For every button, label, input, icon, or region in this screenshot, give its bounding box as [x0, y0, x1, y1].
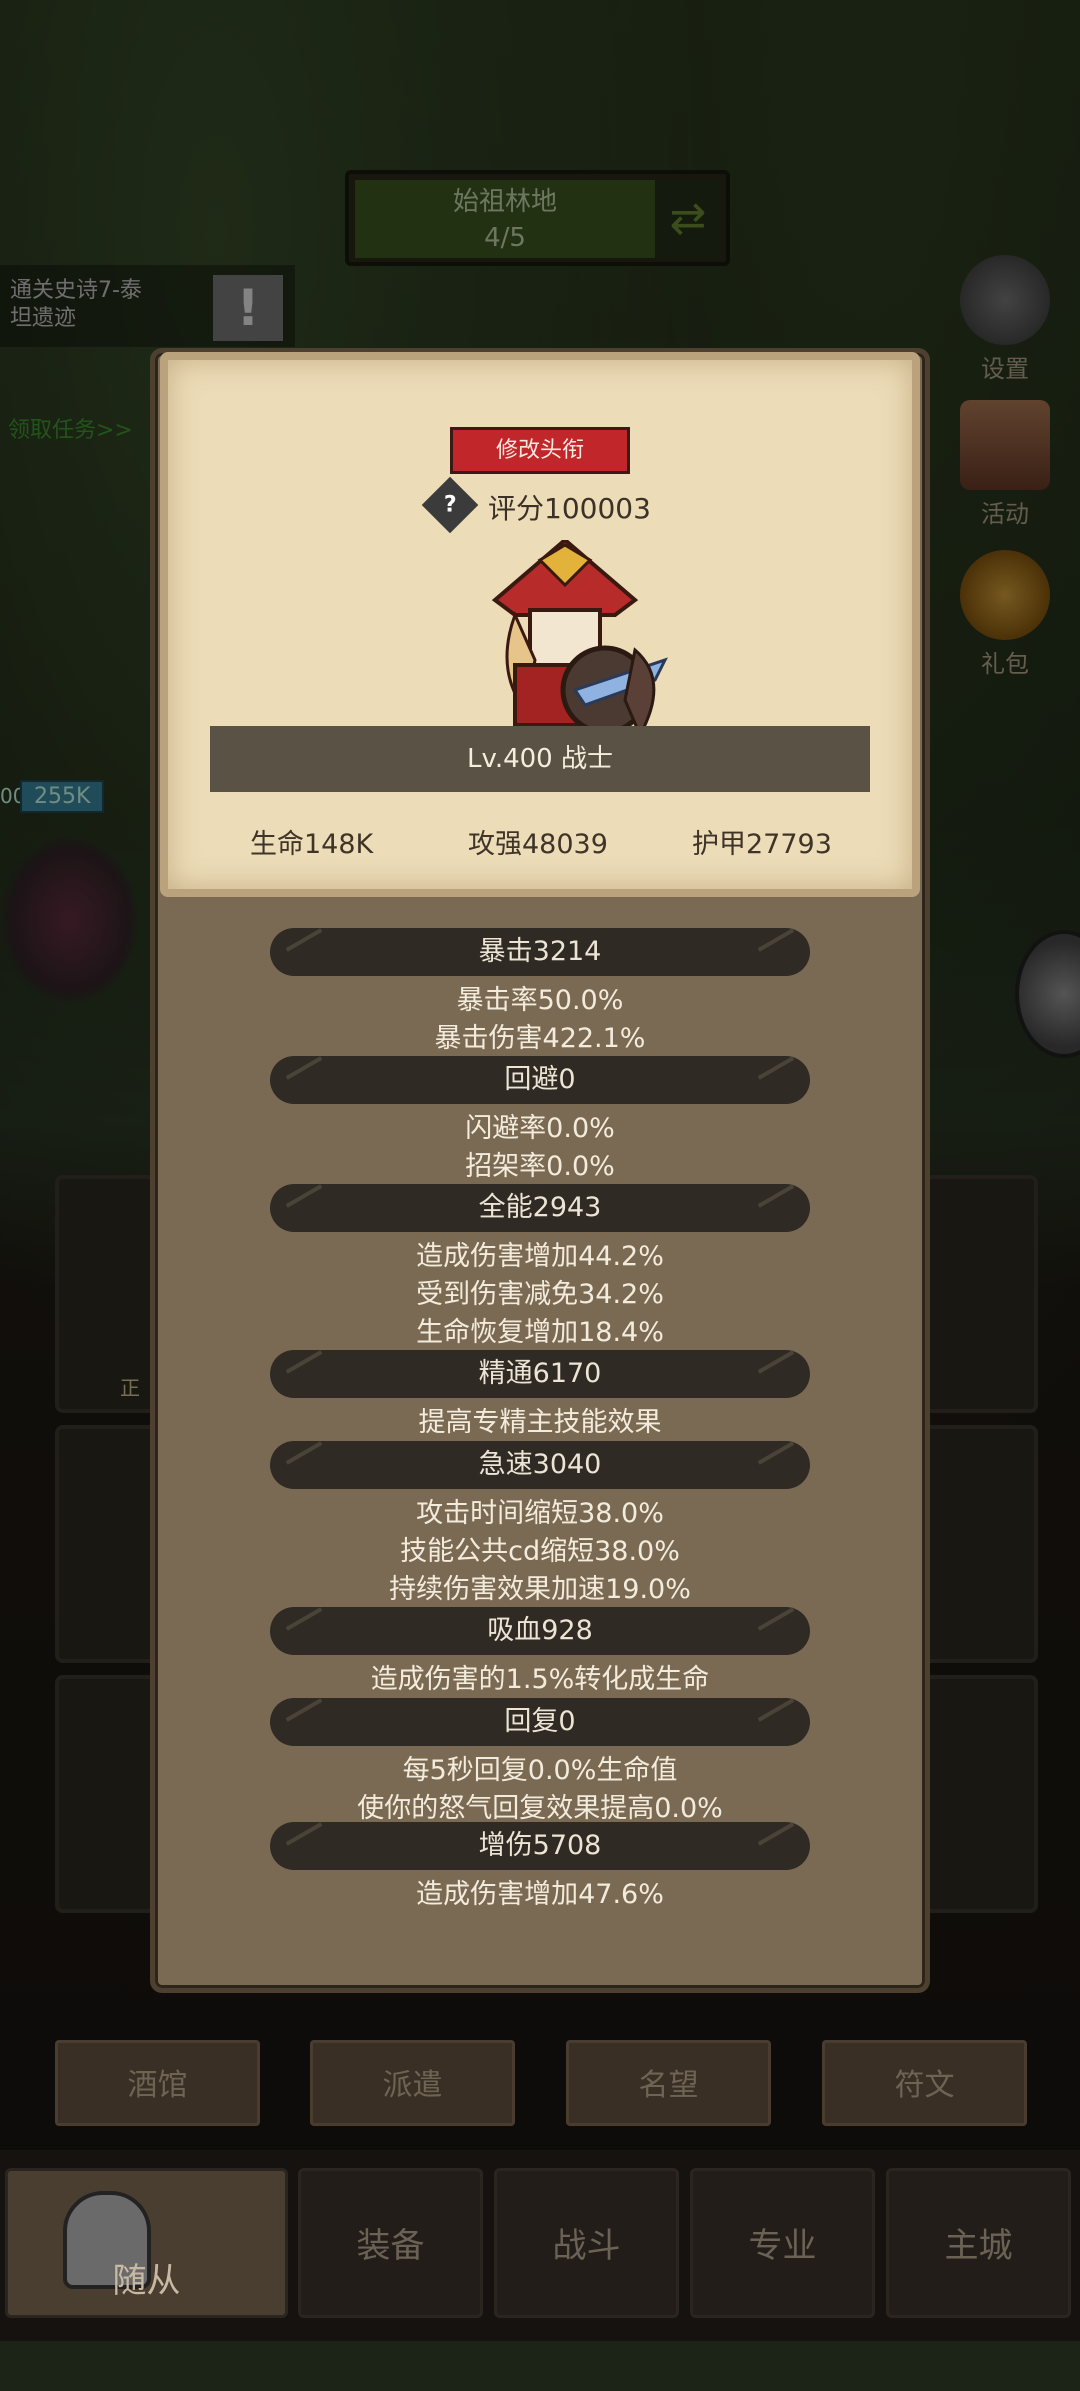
- stat-header-leech: 吸血928: [270, 1607, 810, 1655]
- stat-header-mastery: 精通6170: [270, 1350, 810, 1398]
- help-symbol: ?: [443, 491, 457, 517]
- hp-stat: 生命148K: [250, 829, 374, 860]
- stat-header-damage-bonus: 增伤5708: [270, 1822, 810, 1870]
- stat-line: 受到伤害减免34.2%: [416, 1279, 664, 1310]
- nav-main-city[interactable]: 主城: [886, 2168, 1071, 2318]
- stat-line: 造成伤害增加44.2%: [416, 1241, 664, 1272]
- stat-line: 造成伤害的1.5%转化成生命: [370, 1664, 710, 1695]
- nav-followers[interactable]: 随从: [5, 2168, 288, 2318]
- stat-line: 招架率0.0%: [465, 1151, 615, 1182]
- tab-runes[interactable]: 符文: [822, 2040, 1027, 2126]
- edit-title-button[interactable]: 修改头衔: [450, 427, 630, 474]
- nav-battle[interactable]: 战斗: [494, 2168, 679, 2318]
- hero-score: 评分100003: [488, 492, 651, 525]
- stat-header-haste: 急速3040: [270, 1441, 810, 1489]
- tab-tavern[interactable]: 酒馆: [55, 2040, 260, 2126]
- nav-profession[interactable]: 专业: [690, 2168, 875, 2318]
- level-class-bar: Lv.400 战士: [210, 726, 870, 792]
- stat-header-versatility: 全能2943: [270, 1184, 810, 1232]
- nav-equipment[interactable]: 装备: [298, 2168, 483, 2318]
- stat-line: 暴击率50.0%: [456, 985, 624, 1016]
- armor-stat: 护甲27793: [692, 829, 832, 860]
- stat-line: 闪避率0.0%: [465, 1113, 615, 1144]
- stat-header-crit: 暴击3214: [270, 928, 810, 976]
- nav-followers-label: 随从: [112, 2261, 181, 2301]
- stat-line: 持续伤害效果加速19.0%: [389, 1574, 691, 1605]
- stat-line: 使你的怒气回复效果提高0.0%: [357, 1793, 723, 1824]
- stat-header-avoidance: 回避0: [270, 1056, 810, 1104]
- stat-line: 提高专精主技能效果: [418, 1407, 662, 1438]
- stat-line: 暴击伤害422.1%: [434, 1023, 646, 1054]
- tab-dispatch[interactable]: 派遣: [310, 2040, 515, 2126]
- stat-line: 技能公共cd缩短38.0%: [400, 1536, 680, 1567]
- stat-line: 生命恢复增加18.4%: [416, 1317, 664, 1348]
- hero-portrait: [491, 540, 668, 739]
- stat-header-regen: 回复0: [270, 1698, 810, 1746]
- stat-line: 每5秒回复0.0%生命值: [402, 1755, 678, 1786]
- stat-line: 攻击时间缩短38.0%: [416, 1498, 664, 1529]
- attack-stat: 攻强48039: [468, 829, 608, 860]
- stat-line: 造成伤害增加47.6%: [416, 1879, 664, 1910]
- tab-reputation[interactable]: 名望: [566, 2040, 771, 2126]
